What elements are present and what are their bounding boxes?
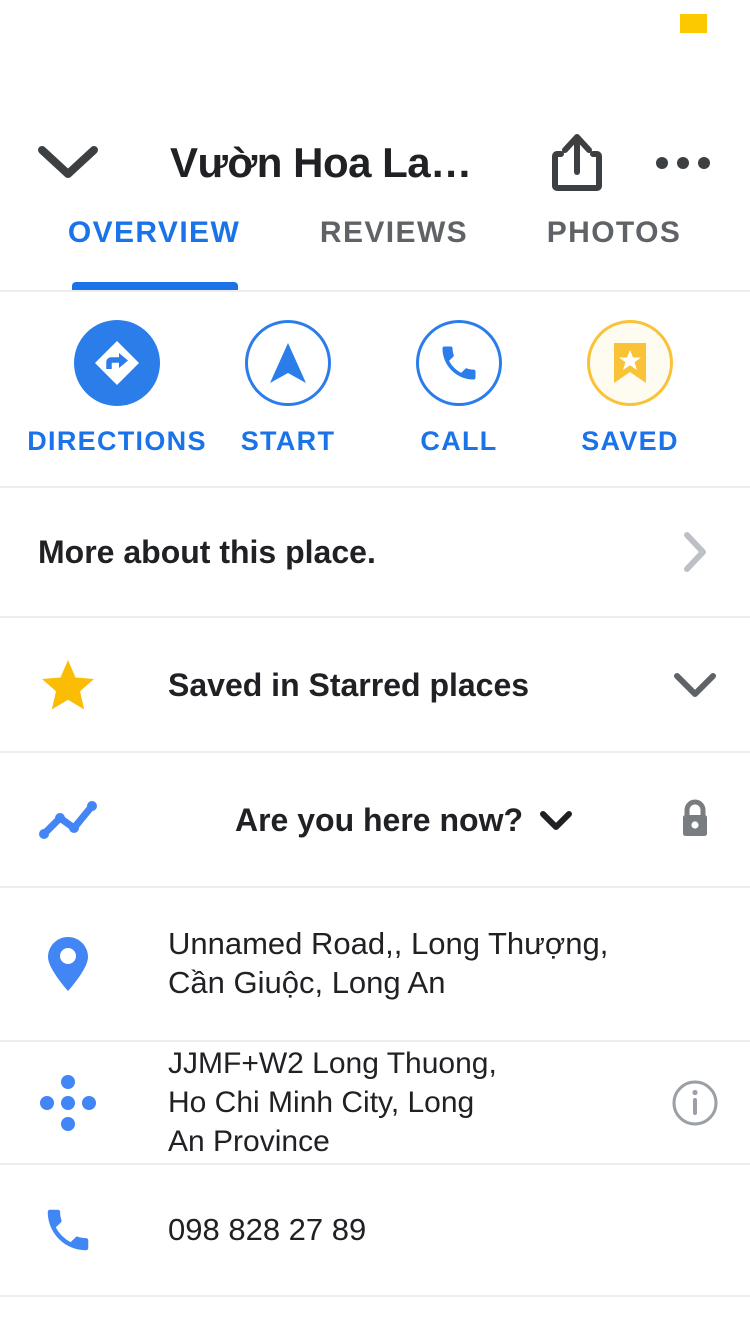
start-icon-circle xyxy=(245,320,331,406)
here-now-accessory xyxy=(640,753,750,886)
call-label: CALL xyxy=(420,426,498,456)
saved-in-accessory[interactable] xyxy=(640,618,750,751)
active-tab-indicator xyxy=(72,282,238,290)
chevron-down-icon[interactable] xyxy=(539,809,573,831)
lock-icon xyxy=(677,798,713,842)
phone-icon xyxy=(41,1203,95,1257)
here-now-icon-slot xyxy=(33,753,103,886)
call-icon-circle xyxy=(416,320,502,406)
share-icon xyxy=(551,132,603,192)
saved-in-icon-slot xyxy=(33,618,103,751)
directions-icon xyxy=(92,338,142,388)
plus-code-icon xyxy=(37,1072,99,1134)
overflow-menu-icon xyxy=(677,157,689,169)
share-button[interactable] xyxy=(548,130,606,194)
directions-label: DIRECTIONS xyxy=(27,426,207,456)
plus-code-line-2: Ho Chi Minh City, Long xyxy=(168,1086,475,1119)
plus-code-line-3: An Province xyxy=(168,1125,330,1158)
info-icon xyxy=(671,1079,719,1127)
start-button[interactable]: START xyxy=(202,320,374,457)
start-label: START xyxy=(240,426,336,456)
here-now-label: Are you here now? xyxy=(234,801,524,838)
tab-overview[interactable]: OVERVIEW xyxy=(68,196,240,292)
here-now-text-wrap: Are you here now? xyxy=(168,753,640,886)
list-tail xyxy=(0,1297,750,1331)
address-line-1: Unnamed Road,, Long Thượng, xyxy=(168,926,609,962)
map-pin-icon xyxy=(46,935,90,993)
address-icon-slot xyxy=(33,888,103,1040)
phone-icon xyxy=(437,341,481,385)
navigation-arrow-icon xyxy=(267,339,309,387)
directions-icon-circle xyxy=(74,320,160,406)
address-text: Unnamed Road,, Long Thượng, Cần Giuộc, L… xyxy=(168,888,690,1040)
are-you-here-now-row[interactable]: Are you here now? xyxy=(0,753,750,888)
plus-code-accessory[interactable] xyxy=(640,1042,750,1163)
place-details-screen: Vườn Hoa La… OVERVIEW REVIEWS PHOTOS DIR… xyxy=(0,0,750,1331)
chevron-right-icon xyxy=(682,531,708,573)
phone-icon-slot xyxy=(33,1165,103,1295)
tab-reviews[interactable]: REVIEWS xyxy=(310,196,478,292)
collapse-button[interactable] xyxy=(33,134,103,192)
trending-line-icon xyxy=(38,796,98,844)
saved-button[interactable]: SAVED xyxy=(544,320,716,457)
plus-code-text: JJMF+W2 Long Thuong, Ho Chi Minh City, L… xyxy=(168,1042,640,1163)
phone-row[interactable]: 098 828 27 89 xyxy=(0,1165,750,1297)
status-bar xyxy=(0,0,750,48)
chevron-down-icon xyxy=(673,671,717,699)
bookmark-star-icon xyxy=(611,340,649,386)
overflow-menu-icon xyxy=(656,157,668,169)
saved-label: SAVED xyxy=(581,426,679,456)
tab-photos[interactable]: PHOTOS xyxy=(540,196,688,292)
more-about-accessory xyxy=(640,488,750,616)
status-marker xyxy=(680,14,707,33)
tab-bar: OVERVIEW REVIEWS PHOTOS xyxy=(0,196,750,292)
plus-code-line-1: JJMF+W2 Long Thuong, xyxy=(168,1047,497,1080)
overflow-menu-button[interactable] xyxy=(652,134,714,192)
directions-button[interactable]: DIRECTIONS xyxy=(27,320,205,457)
more-about-row[interactable]: More about this place. xyxy=(0,488,750,618)
address-row[interactable]: Unnamed Road,, Long Thượng, Cần Giuộc, L… xyxy=(0,888,750,1042)
saved-icon-circle xyxy=(587,320,673,406)
star-icon xyxy=(40,658,96,712)
chevron-down-icon xyxy=(37,144,99,182)
header-bar: Vườn Hoa La… xyxy=(0,48,750,191)
plus-code-icon-slot xyxy=(33,1042,103,1163)
action-button-row: DIRECTIONS START CALL SAVED xyxy=(0,294,750,488)
call-button[interactable]: CALL xyxy=(373,320,545,457)
phone-number: 098 828 27 89 xyxy=(168,1211,367,1247)
overflow-menu-icon xyxy=(698,157,710,169)
page-title: Vườn Hoa La… xyxy=(170,139,472,186)
address-line-2: Cần Giuộc, Long An xyxy=(168,965,446,1000)
saved-in-label: Saved in Starred places xyxy=(168,666,530,703)
plus-code-row[interactable]: JJMF+W2 Long Thuong, Ho Chi Minh City, L… xyxy=(0,1042,750,1165)
more-about-label: More about this place. xyxy=(38,534,376,570)
saved-in-list-row[interactable]: Saved in Starred places xyxy=(0,618,750,753)
